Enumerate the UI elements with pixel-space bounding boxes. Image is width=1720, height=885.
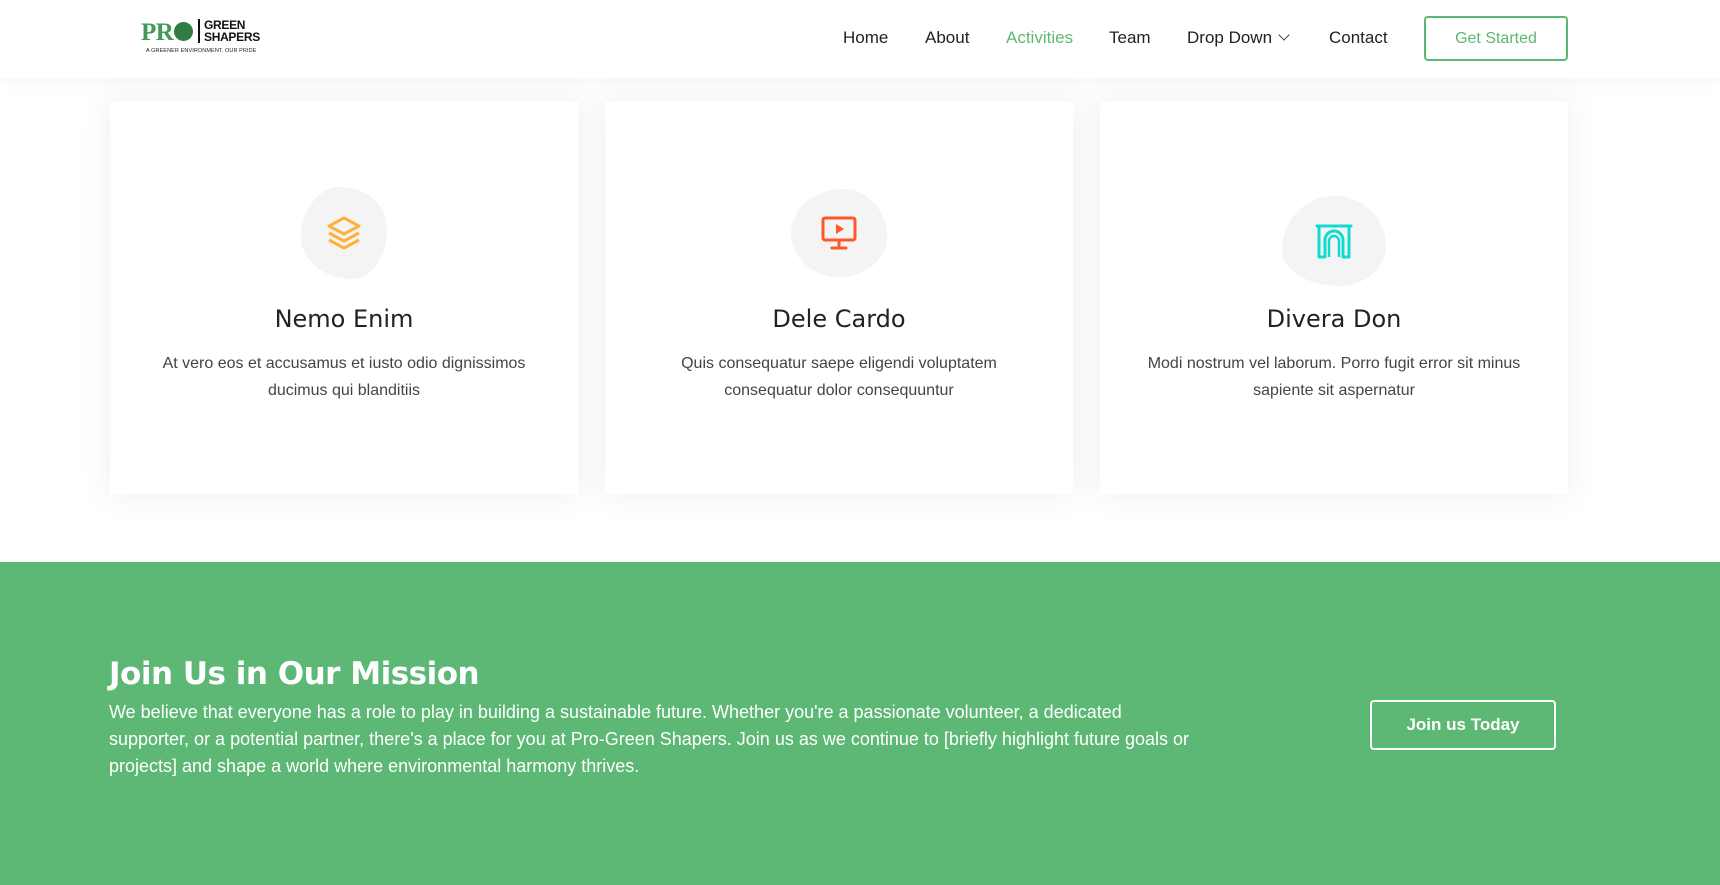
get-started-button[interactable]: Get Started	[1424, 16, 1568, 61]
logo-tagline: A GREENER ENVIRONMENT. OUR PRIDE	[146, 48, 257, 54]
service-title[interactable]: Dele Cardo	[605, 304, 1073, 334]
service-title[interactable]: Nemo Enim	[110, 304, 578, 334]
service-card[interactable]: Dele Cardo Quis consequatur saepe eligen…	[605, 101, 1073, 494]
leaf-globe-icon	[174, 22, 194, 41]
nav-item-activities[interactable]: Activities	[1006, 27, 1073, 49]
icon-blob	[1282, 196, 1386, 286]
service-description: Modi nostrum vel laborum. Porro fugit er…	[1147, 355, 1521, 399]
nav-item-about[interactable]: About	[925, 27, 969, 49]
nav-drop-down-label: Drop Down	[1187, 28, 1273, 47]
cta-section: Join Us in Our Mission We believe that e…	[0, 562, 1720, 885]
icon-blob	[301, 187, 387, 279]
layers-icon	[327, 216, 361, 250]
site-logo[interactable]: PR GREEN SHAPERS A GREENER ENVIRONMENT. …	[141, 18, 260, 56]
cta-title: Join Us in Our Mission	[109, 656, 480, 692]
services-section: Nemo Enim At vero eos et accusamus et iu…	[0, 78, 1720, 562]
logo-pro-mark: PR	[141, 18, 194, 48]
service-card[interactable]: Nemo Enim At vero eos et accusamus et iu…	[110, 101, 578, 494]
site-header: PR GREEN SHAPERS A GREENER ENVIRONMENT. …	[0, 0, 1720, 78]
presentation-icon	[821, 216, 857, 250]
service-description: At vero eos et accusamus et iusto odio d…	[162, 355, 526, 399]
logo-wordmark: GREEN SHAPERS	[198, 19, 260, 43]
nav-item-home[interactable]: Home	[843, 27, 888, 49]
service-title[interactable]: Divera Don	[1100, 304, 1568, 334]
chevron-down-icon	[1278, 29, 1290, 41]
arch-icon	[1315, 224, 1353, 259]
nav-item-drop-down[interactable]: Drop Down	[1187, 27, 1290, 49]
service-card[interactable]: Divera Don Modi nostrum vel laborum. Por…	[1100, 101, 1568, 494]
cta-text: We believe that everyone has a role to p…	[109, 702, 1190, 776]
icon-blob	[791, 189, 887, 277]
join-us-button[interactable]: Join us Today	[1370, 700, 1556, 750]
nav-item-contact[interactable]: Contact	[1329, 27, 1388, 49]
service-description: Quis consequatur saepe eligendi voluptat…	[681, 355, 997, 399]
nav-item-team[interactable]: Team	[1109, 27, 1151, 49]
